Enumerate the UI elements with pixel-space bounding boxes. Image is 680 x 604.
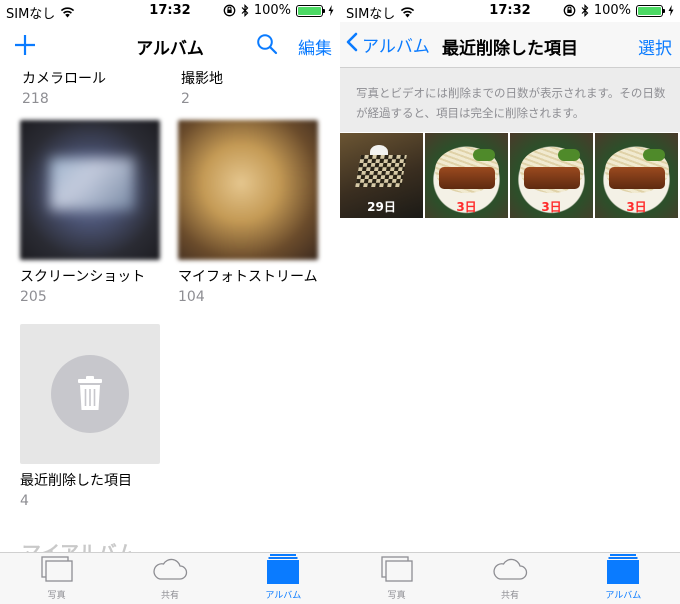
charging-icon	[328, 5, 334, 16]
battery-percent: 100%	[253, 3, 291, 18]
album-count: 4	[20, 493, 29, 509]
tab-bar: 写真 共有 アルバム	[0, 552, 340, 604]
battery-icon	[296, 4, 325, 17]
albums-icon	[607, 554, 640, 584]
bluetooth-icon	[581, 4, 589, 17]
album-camera-roll[interactable]: カメラロール 218	[22, 68, 162, 107]
battery-percent: 100%	[593, 3, 631, 18]
album-name: スクリーンショット	[20, 269, 146, 285]
album-thumbnail	[20, 324, 160, 464]
photos-icon	[380, 554, 414, 584]
deleted-photo[interactable]: 3日	[595, 133, 678, 218]
tab-photos[interactable]: 写真	[0, 553, 113, 604]
recently-deleted-nav-bar: アルバム 最近削除した項目 選択	[340, 22, 680, 68]
album-places[interactable]: 撮影地 2	[181, 68, 321, 107]
album-thumbnail	[178, 120, 318, 260]
album-name: 撮影地	[181, 71, 223, 87]
deleted-photo-grid: 29日 3日 3日 3日	[340, 133, 680, 219]
album-name: 最近削除した項目	[20, 473, 132, 489]
tab-albums[interactable]: アルバム	[567, 553, 680, 604]
album-screenshots[interactable]: スクリーンショット 205	[20, 120, 160, 305]
status-right-group: 100%	[563, 3, 674, 18]
album-count: 104	[178, 289, 205, 305]
album-name: マイフォトストリーム	[178, 269, 318, 285]
album-name: カメラロール	[22, 71, 106, 87]
album-recently-deleted[interactable]: 最近削除した項目 4	[20, 324, 160, 509]
tab-shared[interactable]: 共有	[113, 553, 226, 604]
rotation-lock-icon	[223, 4, 236, 17]
tab-shared[interactable]: 共有	[453, 553, 566, 604]
tab-label: 写真	[387, 591, 406, 601]
rotation-lock-icon	[563, 4, 576, 17]
charging-icon	[668, 5, 674, 16]
tab-label: 写真	[47, 591, 66, 601]
tab-photos[interactable]: 写真	[340, 553, 453, 604]
days-remaining: 3日	[456, 200, 477, 214]
album-my-photo-stream[interactable]: マイフォトストリーム 104	[178, 120, 318, 305]
days-remaining: 29日	[367, 200, 396, 214]
cloud-icon	[151, 554, 189, 584]
bluetooth-icon	[241, 4, 249, 17]
page-title: アルバム	[136, 39, 204, 59]
page-title: 最近削除した項目	[442, 39, 578, 59]
select-button[interactable]: 選択	[638, 34, 672, 59]
tab-albums[interactable]: アルバム	[227, 553, 340, 604]
search-icon[interactable]	[256, 33, 278, 55]
album-count: 205	[20, 289, 47, 305]
section-header-my-albums: マイアルバム	[22, 538, 136, 552]
status-bar: SIMなし 17:32 100%	[340, 0, 680, 22]
battery-level	[298, 6, 321, 15]
days-remaining: 3日	[541, 200, 562, 214]
album-count: 218	[22, 91, 49, 107]
album-list: カメラロール 218 撮影地 2 スクリーンショット 205 マイフォトストリー…	[0, 68, 340, 552]
status-right-group: 100%	[223, 3, 334, 18]
tab-bar: 写真 共有 アルバム	[340, 552, 680, 604]
back-button[interactable]: アルバム	[346, 32, 430, 57]
deletion-info-banner: 写真とビデオには削除までの日数が表示されます。その日数が経過すると、項目は完全に…	[340, 68, 680, 132]
albums-screen: SIMなし 17:32 100% アルバム 編集 カメラロール 218 撮影地 …	[0, 0, 340, 604]
status-bar: SIMなし 17:32 100%	[0, 0, 340, 22]
albums-icon	[267, 554, 300, 584]
trash-icon	[51, 355, 129, 433]
deleted-photo[interactable]: 3日	[425, 133, 508, 218]
album-count: 2	[181, 91, 190, 107]
recently-deleted-screen: SIMなし 17:32 100% アルバム 最近削除した項目 選択 写真とビデオ…	[340, 0, 680, 604]
edit-button[interactable]: 編集	[298, 34, 332, 59]
album-thumbnail	[20, 120, 160, 260]
tab-label: 共有	[500, 591, 519, 601]
deleted-photo[interactable]: 3日	[510, 133, 593, 218]
back-button-label: アルバム	[362, 37, 430, 57]
tab-label: アルバム	[605, 591, 642, 601]
deleted-photo[interactable]: 29日	[340, 133, 423, 218]
photos-icon	[40, 554, 74, 584]
battery-icon	[636, 4, 665, 17]
cloud-icon	[491, 554, 529, 584]
battery-level	[638, 6, 661, 15]
albums-nav-bar: アルバム 編集	[0, 22, 340, 68]
chevron-left-icon	[346, 32, 358, 57]
tab-label: 共有	[160, 591, 179, 601]
tab-label: アルバム	[265, 591, 302, 601]
days-remaining: 3日	[626, 200, 647, 214]
